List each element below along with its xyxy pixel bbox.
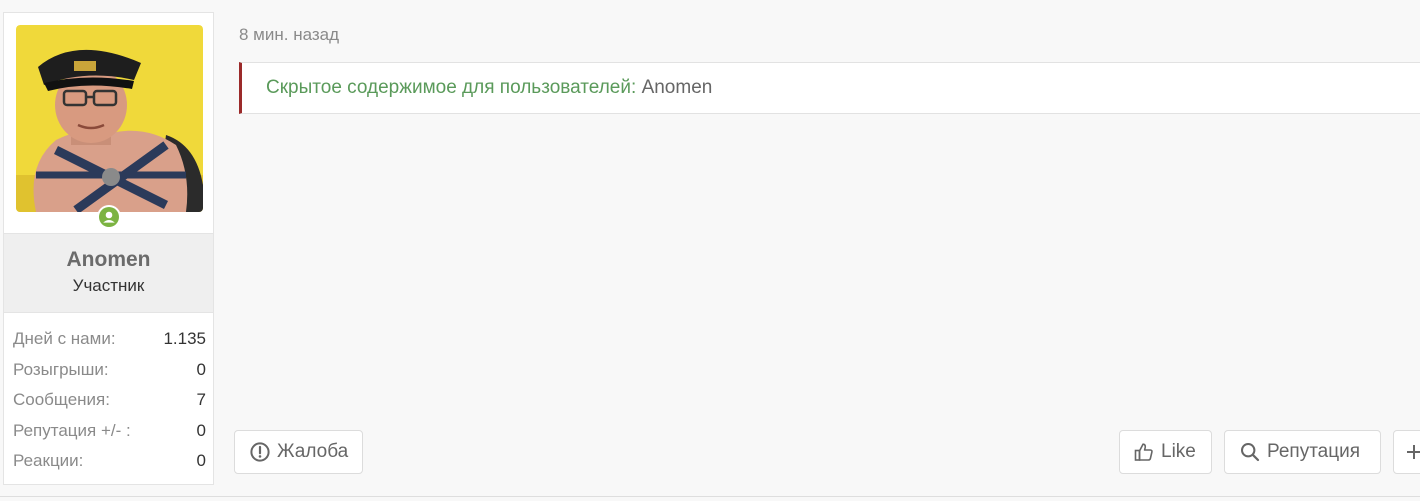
online-status-icon bbox=[97, 205, 121, 229]
hidden-content-label: Скрытое содержимое для пользователей: bbox=[266, 77, 637, 98]
username-link[interactable]: Anomen bbox=[4, 248, 213, 272]
avatar[interactable] bbox=[16, 25, 203, 229]
reputation-label: Репутация bbox=[1267, 441, 1361, 462]
thumbs-up-icon bbox=[1134, 443, 1153, 461]
user-title: Участник bbox=[72, 276, 145, 295]
stat-row: Реакции: 0 bbox=[13, 449, 206, 480]
user-card: Anomen Участник Дней с нами: 1.135 Розыг… bbox=[3, 12, 214, 485]
hidden-content-user: Anomen bbox=[641, 77, 713, 98]
reputation-button[interactable]: Репутация bbox=[1224, 430, 1381, 474]
stat-value: 0 bbox=[196, 451, 206, 470]
stat-label: Дней с нами: bbox=[13, 329, 116, 348]
stat-row: Репутация +/- : 0 bbox=[13, 419, 206, 450]
like-button[interactable]: Like bbox=[1119, 430, 1212, 474]
stat-label: Репутация +/- : bbox=[13, 420, 131, 440]
more-button[interactable] bbox=[1393, 430, 1420, 474]
plus-icon bbox=[1407, 445, 1420, 459]
username-block: Anomen Участник bbox=[4, 233, 213, 313]
hidden-content-box: Скрытое содержимое для пользователей: An… bbox=[239, 62, 1420, 114]
report-button[interactable]: Жалоба bbox=[234, 430, 363, 474]
stat-value[interactable]: 7 bbox=[197, 388, 206, 419]
stat-label: Реакции: bbox=[13, 451, 84, 470]
user-stats: Дней с нами: 1.135 Розыгрыши: 0 Сообщени… bbox=[13, 327, 206, 480]
exclamation-circle-icon bbox=[250, 442, 270, 462]
stat-row: Сообщения: 7 bbox=[13, 388, 206, 419]
avatar-image[interactable] bbox=[16, 25, 203, 212]
post-timestamp[interactable]: 8 мин. назад bbox=[239, 25, 339, 45]
stat-label: Сообщения: bbox=[13, 390, 110, 409]
stat-row: Розыгрыши: 0 bbox=[13, 358, 206, 389]
stat-row: Дней с нами: 1.135 bbox=[13, 327, 206, 358]
stat-value: 1.135 bbox=[163, 329, 206, 348]
divider bbox=[0, 496, 1420, 497]
stat-value: 0 bbox=[196, 420, 206, 440]
post-container: Anomen Участник Дней с нами: 1.135 Розыг… bbox=[0, 0, 1420, 501]
stat-value: 0 bbox=[196, 359, 206, 379]
stat-label: Розыгрыши: bbox=[13, 359, 109, 379]
report-label: Жалоба bbox=[277, 441, 349, 462]
search-icon bbox=[1241, 443, 1260, 462]
like-label: Like bbox=[1161, 441, 1196, 462]
